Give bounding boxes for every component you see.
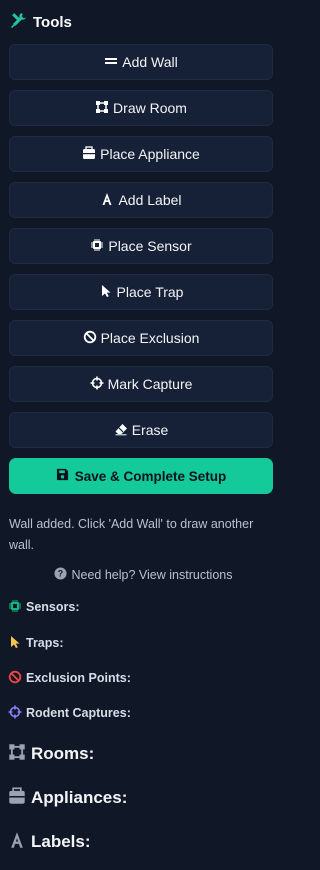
microchip-icon xyxy=(8,599,22,616)
save-complete-setup-label: Save & Complete Setup xyxy=(74,468,227,484)
toolbox-icon xyxy=(82,145,96,163)
help-link[interactable]: ? Need help? View instructions xyxy=(0,566,286,584)
vector-square-icon xyxy=(8,743,26,766)
mark-capture-label: Mark Capture xyxy=(107,376,193,392)
labels-heading-label: Labels: xyxy=(31,832,91,851)
traps-heading-label: Traps: xyxy=(26,636,64,650)
toolbox-icon xyxy=(8,786,26,810)
labels-section-heading: Labels: xyxy=(8,830,91,854)
place-appliance-label: Place Appliance xyxy=(100,146,200,162)
appliances-section-heading: Appliances: xyxy=(8,786,127,810)
rooms-heading-label: Rooms: xyxy=(31,744,95,763)
exclusion-points-heading-label: Exclusion Points: xyxy=(26,671,131,685)
help-link-label: Need help? View instructions xyxy=(71,568,233,582)
sensors-section-heading: Sensors: xyxy=(8,599,80,615)
microchip-icon xyxy=(90,238,104,255)
font-icon xyxy=(100,192,114,209)
rodent-captures-heading-label: Rodent Captures: xyxy=(26,706,131,720)
draw-room-button[interactable]: Draw Room xyxy=(9,90,273,126)
traps-section-heading: Traps: xyxy=(8,635,64,651)
equals-icon xyxy=(104,54,118,71)
rodent-captures-section-heading: Rodent Captures: xyxy=(8,705,131,721)
question-circle-icon: ? xyxy=(53,567,67,583)
erase-button[interactable]: Erase xyxy=(9,412,273,448)
floppy-disk-icon xyxy=(56,468,69,484)
ban-icon xyxy=(83,330,97,347)
add-label-label: Add Label xyxy=(118,192,182,208)
place-sensor-button[interactable]: Place Sensor xyxy=(9,228,273,264)
appliances-heading-label: Appliances: xyxy=(31,788,128,807)
save-complete-setup-button[interactable]: Save & Complete Setup xyxy=(9,458,273,494)
ban-icon xyxy=(8,670,22,687)
place-exclusion-label: Place Exclusion xyxy=(100,330,200,346)
cursor-icon xyxy=(8,635,22,652)
status-message: Wall added. Click 'Add Wall' to draw ano… xyxy=(9,517,254,552)
place-exclusion-button[interactable]: Place Exclusion xyxy=(9,320,273,356)
place-trap-label: Place Trap xyxy=(116,284,184,300)
font-icon xyxy=(8,831,26,854)
vector-square-icon xyxy=(95,100,109,117)
sensors-heading-label: Sensors: xyxy=(26,600,80,614)
place-appliance-button[interactable]: Place Appliance xyxy=(9,136,273,172)
crosshairs-icon xyxy=(8,705,22,722)
add-wall-button[interactable]: Add Wall xyxy=(9,44,273,80)
tools-header: Tools xyxy=(10,10,72,34)
exclusion-points-section-heading: Exclusion Points: xyxy=(8,670,131,686)
add-wall-label: Add Wall xyxy=(122,54,178,70)
svg-text:?: ? xyxy=(57,569,62,579)
eraser-icon xyxy=(114,422,128,439)
crosshairs-icon xyxy=(90,376,104,393)
place-sensor-label: Place Sensor xyxy=(108,238,192,254)
erase-label: Erase xyxy=(131,422,169,438)
place-trap-button[interactable]: Place Trap xyxy=(9,274,273,310)
cursor-icon xyxy=(99,284,113,301)
mark-capture-button[interactable]: Mark Capture xyxy=(9,366,273,402)
rooms-section-heading: Rooms: xyxy=(8,742,94,766)
tools-title: Tools xyxy=(33,13,72,31)
draw-room-label: Draw Room xyxy=(113,100,187,116)
tools-icon xyxy=(10,12,27,33)
add-label-button[interactable]: Add Label xyxy=(9,182,273,218)
